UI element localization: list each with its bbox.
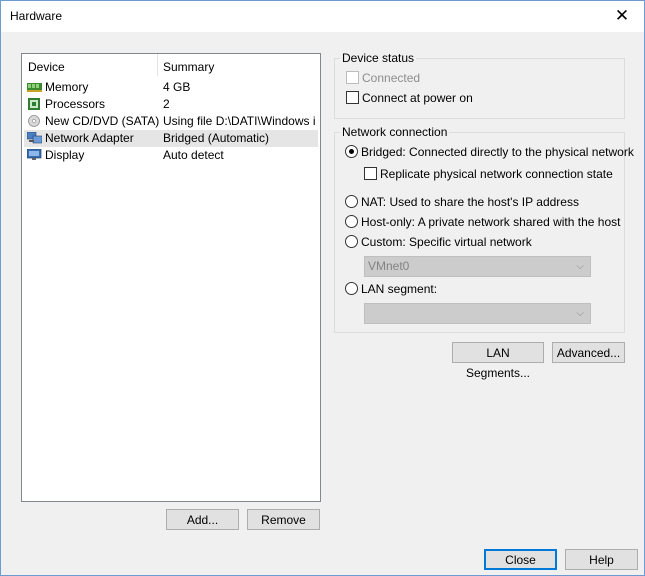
- device-summary: Auto detect: [163, 148, 224, 162]
- device-summary: 4 GB: [163, 80, 191, 94]
- network-adapter-icon: [27, 132, 42, 144]
- title-bar: Hardware ✕: [1, 1, 644, 32]
- radio-selected-dot: [349, 149, 354, 154]
- host-only-radio[interactable]: [345, 215, 358, 228]
- nat-radio[interactable]: [345, 195, 358, 208]
- device-row-network-adapter[interactable]: Network Adapter Bridged (Automatic): [24, 130, 318, 147]
- connected-checkbox[interactable]: [346, 71, 359, 84]
- custom-label: Custom: Specific virtual network: [361, 235, 532, 249]
- device-name: Processors: [45, 97, 106, 111]
- help-button[interactable]: Help: [565, 549, 638, 570]
- device-summary: 2: [163, 97, 170, 111]
- chevron-down-icon: ⌵: [576, 261, 584, 272]
- window-title: Hardware: [10, 9, 63, 23]
- cd-dvd-icon: [28, 115, 40, 127]
- device-status-title: Device status: [340, 51, 417, 65]
- lan-segment-select[interactable]: ⌵: [364, 303, 591, 324]
- vmnet-select[interactable]: VMnet0 ⌵: [364, 256, 591, 277]
- close-window-icon[interactable]: ✕: [604, 3, 640, 29]
- connect-at-power-on-checkbox[interactable]: [346, 91, 359, 104]
- device-row-display[interactable]: Display Auto detect: [24, 147, 318, 164]
- device-summary: Bridged (Automatic): [163, 131, 270, 145]
- remove-button[interactable]: Remove: [247, 509, 320, 530]
- device-name: Memory: [45, 80, 89, 94]
- hardware-dialog: Hardware ✕ Device Summary Memory 4 GB Pr…: [0, 0, 645, 576]
- column-header-summary[interactable]: Summary: [157, 58, 214, 76]
- lan-segments-button[interactable]: LAN Segments...: [452, 342, 544, 380]
- replicate-state-label: Replicate physical network connection st…: [380, 167, 613, 181]
- bridged-label: Bridged: Connected directly to the physi…: [361, 145, 634, 159]
- close-button[interactable]: Close: [484, 549, 557, 570]
- lan-segment-label: LAN segment:: [361, 282, 438, 296]
- device-row-memory[interactable]: Memory 4 GB: [24, 79, 318, 96]
- bridged-radio[interactable]: [345, 145, 358, 158]
- device-name: Network Adapter: [45, 131, 134, 145]
- device-name: New CD/DVD (SATA): [45, 114, 160, 128]
- chevron-down-icon: ⌵: [576, 308, 584, 319]
- connect-at-power-on-label: Connect at power on: [362, 91, 473, 105]
- device-name: Display: [45, 148, 85, 162]
- memory-icon: [27, 83, 42, 92]
- device-summary: Using file D:\DATI\Windows i...: [163, 114, 315, 128]
- device-row-processors[interactable]: Processors 2: [24, 96, 318, 113]
- device-status-group: [334, 58, 625, 119]
- lan-segment-radio[interactable]: [345, 282, 358, 295]
- host-only-label: Host-only: A private network shared with…: [361, 215, 621, 229]
- network-connection-title: Network connection: [340, 125, 450, 139]
- device-list[interactable]: Device Summary Memory 4 GB Processors 2: [21, 53, 321, 502]
- processor-icon: [28, 98, 40, 110]
- column-header-device[interactable]: Device: [22, 58, 65, 76]
- nat-label: NAT: Used to share the host's IP address: [361, 195, 579, 209]
- device-row-cd-dvd[interactable]: New CD/DVD (SATA) Using file D:\DATI\Win…: [24, 113, 318, 130]
- vmnet-select-value: VMnet0: [368, 259, 410, 273]
- custom-radio[interactable]: [345, 235, 358, 248]
- advanced-button[interactable]: Advanced...: [552, 342, 625, 363]
- display-icon: [27, 149, 42, 160]
- replicate-state-checkbox[interactable]: [364, 167, 377, 180]
- connected-label: Connected: [362, 71, 421, 85]
- add-button[interactable]: Add...: [166, 509, 239, 530]
